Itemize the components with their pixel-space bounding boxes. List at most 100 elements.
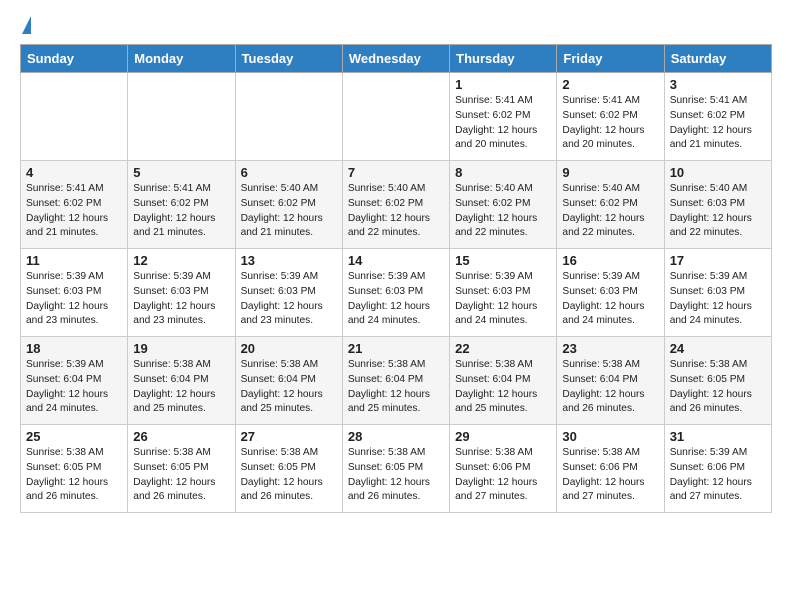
day-info: Sunrise: 5:38 AM Sunset: 6:06 PM Dayligh… (562, 446, 658, 505)
calendar-cell: 11Sunrise: 5:39 AM Sunset: 6:03 PM Dayli… (21, 249, 128, 337)
day-number: 4 (26, 165, 122, 180)
day-info: Sunrise: 5:38 AM Sunset: 6:05 PM Dayligh… (241, 446, 337, 505)
calendar-week-row: 25 Sunrise: 5:38 AM Sunset: 6:05 PM Dayli… (21, 425, 772, 513)
calendar-cell: 29 Sunrise: 5:38 AM Sunset: 6:06 PM Dayli… (450, 425, 557, 513)
day-number: 13 (241, 253, 337, 268)
logo-triangle-icon (22, 16, 31, 34)
day-number: 1 (455, 77, 551, 92)
day-number: 7 (348, 165, 444, 180)
calendar-cell: 4 Sunrise: 5:41 AM Sunset: 6:02 PM Daylig… (21, 161, 128, 249)
calendar-week-row: 11 Sunrise: 5:39 AM Sunset: 6:03 PM Dayli… (21, 249, 772, 337)
day-info: Sunrise: 5:38 AM Sunset: 6:04 PM Dayligh… (562, 358, 658, 417)
calendar-cell: 25 Sunrise: 5:38 AM Sunset: 6:05 PM Dayli… (21, 425, 128, 513)
day-info: Sunrise: 5:38 AM Sunset: 6:05 PM Dayligh… (348, 446, 444, 505)
calendar-cell: 10Sunrise: 5:40 AM Sunset: 6:03 PM Dayli… (664, 161, 771, 249)
day-info: Sunrise: 5:38 AM Sunset: 6:05 PM Dayligh… (670, 358, 766, 417)
calendar-cell: 7 Sunrise: 5:40 AM Sunset: 6:02 PM Daylig… (342, 161, 449, 249)
calendar-cell: 12Sunrise: 5:39 AM Sunset: 6:03 PM Dayli… (128, 249, 235, 337)
day-number: 29 (455, 429, 551, 444)
calendar-header-monday: Monday (128, 45, 235, 73)
calendar-cell: 16 Sunrise: 5:39 AM Sunset: 6:03 PM Dayli… (557, 249, 664, 337)
day-info: Sunrise: 5:40 AM Sunset: 6:02 PM Dayligh… (241, 182, 337, 241)
day-info: Sunrise: 5:39 AM Sunset: 6:03 PM Dayligh… (241, 270, 337, 329)
day-info: Sunrise: 5:40 AM Sunset: 6:02 PM Dayligh… (562, 182, 658, 241)
calendar-cell (128, 73, 235, 161)
calendar-cell (235, 73, 342, 161)
calendar-table: SundayMondayTuesdayWednesdayThursdayFrid… (20, 44, 772, 513)
day-number: 9 (562, 165, 658, 180)
day-info: Sunrise: 5:40 AM Sunset: 6:02 PM Dayligh… (455, 182, 551, 241)
calendar-week-row: 4 Sunrise: 5:41 AM Sunset: 6:02 PM Daylig… (21, 161, 772, 249)
day-number: 20 (241, 341, 337, 356)
calendar-cell: 9 Sunrise: 5:40 AM Sunset: 6:02 PM Daylig… (557, 161, 664, 249)
calendar-cell: 27 Sunrise: 5:38 AM Sunset: 6:05 PM Dayli… (235, 425, 342, 513)
day-number: 27 (241, 429, 337, 444)
day-number: 30 (562, 429, 658, 444)
day-info: Sunrise: 5:40 AM Sunset: 6:02 PM Dayligh… (348, 182, 444, 241)
calendar-cell: 28 Sunrise: 5:38 AM Sunset: 6:05 PM Dayli… (342, 425, 449, 513)
day-info: Sunrise: 5:39 AM Sunset: 6:06 PM Dayligh… (670, 446, 766, 505)
day-number: 25 (26, 429, 122, 444)
day-number: 18 (26, 341, 122, 356)
calendar-cell: 1 Sunrise: 5:41 AM Sunset: 6:02 PM Daylig… (450, 73, 557, 161)
calendar-cell: 22Sunrise: 5:38 AM Sunset: 6:04 PM Dayli… (450, 337, 557, 425)
day-info: Sunrise: 5:39 AM Sunset: 6:04 PM Dayligh… (26, 358, 122, 417)
calendar-cell: 24Sunrise: 5:38 AM Sunset: 6:05 PM Dayli… (664, 337, 771, 425)
day-number: 2 (562, 77, 658, 92)
calendar-cell: 6 Sunrise: 5:40 AM Sunset: 6:02 PM Daylig… (235, 161, 342, 249)
day-number: 6 (241, 165, 337, 180)
day-number: 10 (670, 165, 766, 180)
day-info: Sunrise: 5:39 AM Sunset: 6:03 PM Dayligh… (562, 270, 658, 329)
calendar-cell: 15 Sunrise: 5:39 AM Sunset: 6:03 PM Dayli… (450, 249, 557, 337)
calendar-header-wednesday: Wednesday (342, 45, 449, 73)
day-number: 11 (26, 253, 122, 268)
calendar-cell: 26 Sunrise: 5:38 AM Sunset: 6:05 PM Dayli… (128, 425, 235, 513)
calendar-cell: 30 Sunrise: 5:38 AM Sunset: 6:06 PM Dayli… (557, 425, 664, 513)
calendar-cell: 3 Sunrise: 5:41 AM Sunset: 6:02 PM Daylig… (664, 73, 771, 161)
day-number: 19 (133, 341, 229, 356)
calendar-cell: 21 Sunrise: 5:38 AM Sunset: 6:04 PM Dayli… (342, 337, 449, 425)
day-info: Sunrise: 5:39 AM Sunset: 6:03 PM Dayligh… (133, 270, 229, 329)
day-info: Sunrise: 5:39 AM Sunset: 6:03 PM Dayligh… (348, 270, 444, 329)
calendar-cell: 19 Sunrise: 5:38 AM Sunset: 6:04 PM Dayli… (128, 337, 235, 425)
day-info: Sunrise: 5:38 AM Sunset: 6:06 PM Dayligh… (455, 446, 551, 505)
day-number: 15 (455, 253, 551, 268)
day-info: Sunrise: 5:38 AM Sunset: 6:05 PM Dayligh… (26, 446, 122, 505)
day-info: Sunrise: 5:41 AM Sunset: 6:02 PM Dayligh… (455, 94, 551, 153)
day-number: 21 (348, 341, 444, 356)
day-info: Sunrise: 5:38 AM Sunset: 6:04 PM Dayligh… (133, 358, 229, 417)
calendar-cell: 13 Sunrise: 5:39 AM Sunset: 6:03 PM Dayli… (235, 249, 342, 337)
calendar-cell: 20 Sunrise: 5:38 AM Sunset: 6:04 PM Dayli… (235, 337, 342, 425)
day-info: Sunrise: 5:41 AM Sunset: 6:02 PM Dayligh… (26, 182, 122, 241)
calendar-header-thursday: Thursday (450, 45, 557, 73)
day-info: Sunrise: 5:38 AM Sunset: 6:04 PM Dayligh… (455, 358, 551, 417)
day-number: 17 (670, 253, 766, 268)
calendar-cell: 14 Sunrise: 5:39 AM Sunset: 6:03 PM Dayli… (342, 249, 449, 337)
calendar-cell: 8 Sunrise: 5:40 AM Sunset: 6:02 PM Daylig… (450, 161, 557, 249)
day-info: Sunrise: 5:41 AM Sunset: 6:02 PM Dayligh… (670, 94, 766, 153)
calendar-cell: 5Sunrise: 5:41 AM Sunset: 6:02 PM Daylig… (128, 161, 235, 249)
calendar-cell (342, 73, 449, 161)
day-number: 14 (348, 253, 444, 268)
calendar-cell: 23Sunrise: 5:38 AM Sunset: 6:04 PM Dayli… (557, 337, 664, 425)
day-info: Sunrise: 5:38 AM Sunset: 6:05 PM Dayligh… (133, 446, 229, 505)
calendar-header-tuesday: Tuesday (235, 45, 342, 73)
day-number: 26 (133, 429, 229, 444)
day-info: Sunrise: 5:39 AM Sunset: 6:03 PM Dayligh… (455, 270, 551, 329)
calendar-header-friday: Friday (557, 45, 664, 73)
calendar-cell (21, 73, 128, 161)
calendar-cell: 31Sunrise: 5:39 AM Sunset: 6:06 PM Dayli… (664, 425, 771, 513)
day-number: 16 (562, 253, 658, 268)
day-info: Sunrise: 5:38 AM Sunset: 6:04 PM Dayligh… (348, 358, 444, 417)
day-number: 28 (348, 429, 444, 444)
day-info: Sunrise: 5:41 AM Sunset: 6:02 PM Dayligh… (133, 182, 229, 241)
day-number: 3 (670, 77, 766, 92)
day-info: Sunrise: 5:38 AM Sunset: 6:04 PM Dayligh… (241, 358, 337, 417)
calendar-week-row: 18 Sunrise: 5:39 AM Sunset: 6:04 PM Dayli… (21, 337, 772, 425)
day-number: 8 (455, 165, 551, 180)
page-header (20, 16, 772, 34)
day-info: Sunrise: 5:39 AM Sunset: 6:03 PM Dayligh… (670, 270, 766, 329)
calendar-cell: 18 Sunrise: 5:39 AM Sunset: 6:04 PM Dayli… (21, 337, 128, 425)
calendar-header-saturday: Saturday (664, 45, 771, 73)
calendar-week-row: 1 Sunrise: 5:41 AM Sunset: 6:02 PM Daylig… (21, 73, 772, 161)
